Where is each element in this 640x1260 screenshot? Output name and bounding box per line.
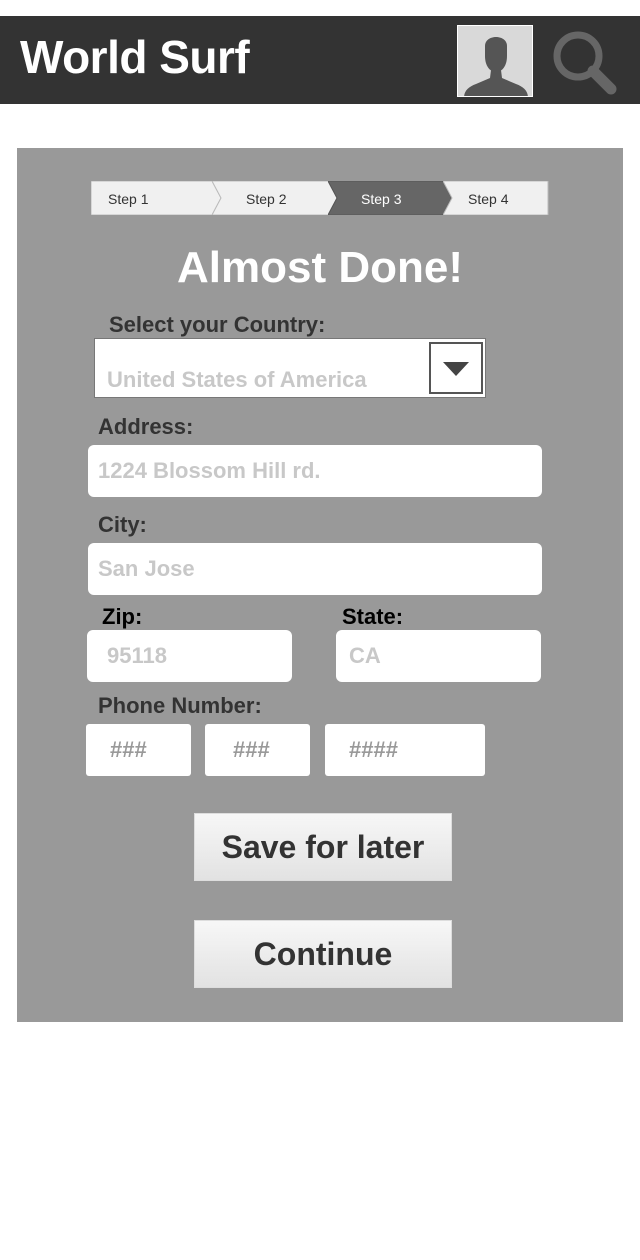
user-avatar-icon[interactable] (457, 25, 533, 97)
step-progress: Step 1 Step 2 Step 3 Step 4 (91, 181, 549, 215)
city-label: City: (98, 512, 147, 537)
step-3-label: Step 3 (361, 191, 402, 207)
step-2-label: Step 2 (246, 191, 287, 207)
app-header: World Surf (0, 16, 640, 104)
address-input[interactable]: 1224 Blossom Hill rd. (88, 445, 542, 497)
step-3-active[interactable]: Step 3 (328, 181, 453, 215)
dropdown-arrow-icon[interactable] (429, 342, 483, 394)
step-1[interactable]: Step 1 (91, 181, 222, 215)
phone-line-input[interactable]: #### (325, 724, 485, 776)
phone-prefix-input[interactable]: ### (205, 724, 310, 776)
zip-label: Zip: (102, 604, 143, 629)
search-icon[interactable] (548, 26, 620, 98)
app-title: World Surf (20, 31, 250, 83)
phone-area-code-input[interactable]: ### (86, 724, 191, 776)
country-select[interactable]: United States of America (94, 338, 486, 398)
state-label: State: (342, 604, 404, 629)
step-2[interactable]: Step 2 (212, 181, 338, 215)
page: World Surf Step 1 Step 2 Step 3 Step 4 A… (0, 0, 640, 1260)
phone-label: Phone Number: (98, 693, 262, 718)
form-title: Almost Done! (177, 243, 463, 292)
step-1-label: Step 1 (108, 191, 149, 207)
city-input[interactable]: San Jose (88, 543, 542, 595)
checkout-form-card: Step 1 Step 2 Step 3 Step 4 Almost Done!… (17, 148, 623, 1022)
state-input[interactable]: CA (336, 630, 541, 682)
step-4[interactable]: Step 4 (443, 181, 549, 215)
save-for-later-button[interactable]: Save for later (194, 813, 452, 881)
country-label: Select your Country: (109, 312, 326, 337)
address-label: Address: (98, 414, 194, 439)
country-select-value: United States of America (107, 367, 367, 392)
step-4-label: Step 4 (468, 191, 509, 207)
zip-input[interactable]: 95118 (87, 630, 292, 682)
continue-button[interactable]: Continue (194, 920, 452, 988)
